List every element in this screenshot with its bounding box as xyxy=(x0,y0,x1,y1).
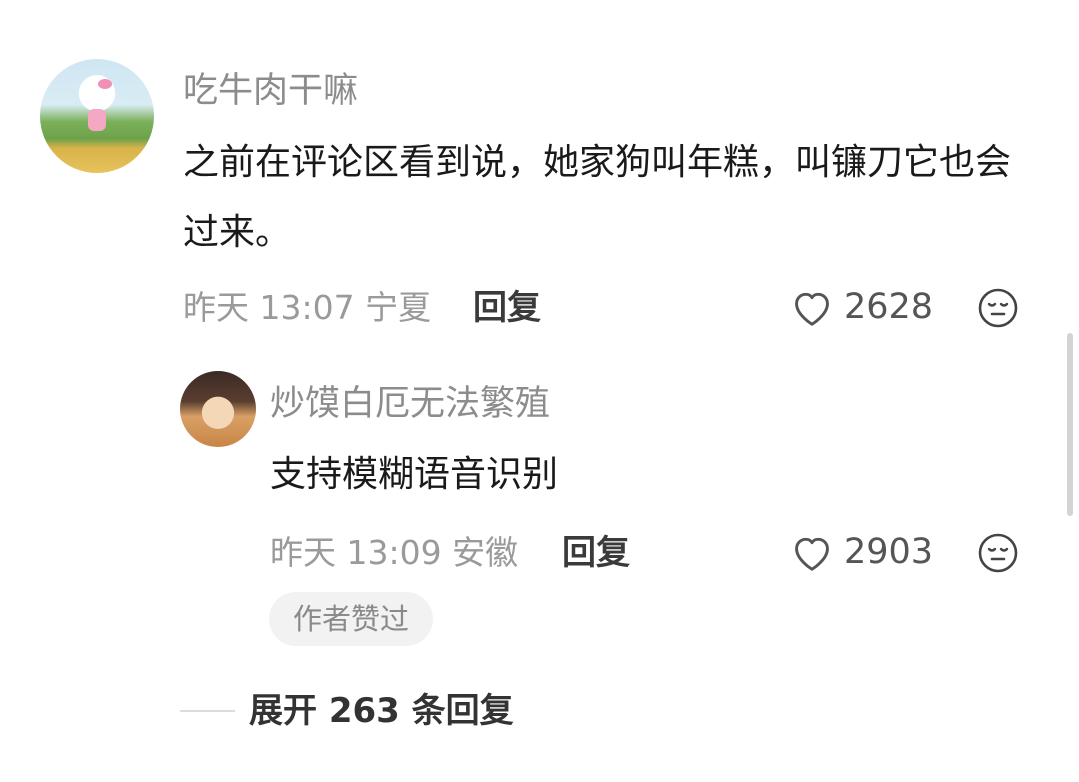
reply-button[interactable]: 回复 xyxy=(473,288,541,328)
divider xyxy=(180,710,235,712)
heart-outline-icon xyxy=(795,292,829,326)
comment-time-location: 昨天 13:07 宁夏 xyxy=(183,288,432,327)
comment-text[interactable]: 之前在评论区看到说，她家狗叫年糕，叫镰刀它也会过来。 xyxy=(183,128,1033,268)
expand-replies-button[interactable]: 展开 263 条回复 xyxy=(249,690,514,732)
like-button[interactable]: 2628 xyxy=(790,287,933,327)
author-liked-badge: 作者赞过 xyxy=(269,592,433,646)
reply-like-count: 2903 xyxy=(844,532,934,572)
reply-text[interactable]: 支持模糊语音识别 xyxy=(270,440,970,510)
avatar-body xyxy=(88,109,106,131)
neutral-face-icon[interactable] xyxy=(978,288,1018,328)
reply-time-location: 昨天 13:09 安徽 xyxy=(270,533,519,572)
scrollbar[interactable] xyxy=(1067,333,1073,516)
like-count: 2628 xyxy=(844,287,934,327)
reply-reply-button[interactable]: 回复 xyxy=(562,533,630,573)
avatar[interactable] xyxy=(40,59,154,173)
reply-avatar[interactable] xyxy=(180,371,256,447)
avatar-bow xyxy=(98,79,112,89)
heart-outline-icon xyxy=(795,537,829,571)
reply-like-button[interactable]: 2903 xyxy=(790,532,933,572)
reply-username[interactable]: 炒馍白厄无法繁殖 xyxy=(270,384,550,424)
comment-username[interactable]: 吃牛肉干嘛 xyxy=(183,71,358,111)
neutral-face-icon[interactable] xyxy=(978,533,1018,573)
